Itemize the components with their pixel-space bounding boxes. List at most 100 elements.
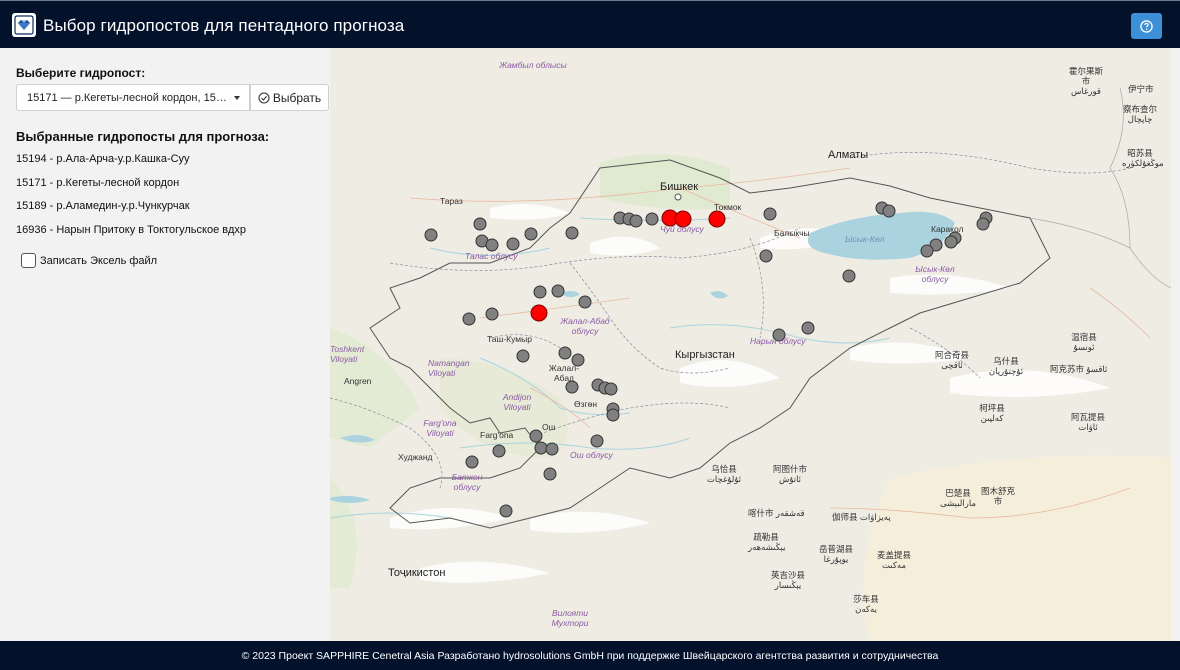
station-marker[interactable]	[506, 237, 520, 251]
station-marker[interactable]	[529, 429, 543, 443]
station-marker[interactable]	[462, 312, 476, 326]
list-item: 16936 - Нарын Притоку в Токтогульское вд…	[16, 223, 247, 236]
selected-stations-title: Выбранные гидропосты для прогноза:	[16, 129, 270, 144]
map-label-maigaiti: 麦盖提县 مەكىت	[876, 550, 911, 570]
map-label-akesu: 阿克苏市 ئاقسۇ	[1050, 364, 1108, 374]
map-label-tumushuke: 图木舒克市	[980, 486, 1015, 506]
station-marker[interactable]	[424, 228, 438, 242]
map-label-aheqi: 阿合奇县 ئاقچى	[934, 350, 969, 370]
map-label-talas-region: Талас облусу	[465, 251, 518, 261]
station-marker[interactable]	[492, 444, 506, 458]
map-label-bishkek: Бишкек	[660, 181, 699, 193]
map-label-yuepuhu: 岳普湖县 يوپۇرغا	[818, 544, 853, 564]
sidebar-panel: Выберите гидропост: 15171 — р.Кегеты-лес…	[0, 48, 330, 641]
choose-button-label: Выбрать	[272, 90, 322, 105]
map-label-bachu: 巴楚县 مارالبېشى	[940, 488, 976, 508]
station-dropdown-value: 15171 — р.Кегеты-лесной кордон, 15194 — …	[27, 91, 232, 104]
map-label-angren: Angren	[344, 376, 372, 386]
choose-button[interactable]: Выбрать	[250, 84, 329, 111]
station-marker[interactable]	[533, 285, 547, 299]
map-label-shache: 莎车县 يەكەن	[853, 594, 879, 614]
station-marker[interactable]	[485, 307, 499, 321]
map-label-issyk-kul-region: Ысык-Көл облусу	[915, 264, 955, 284]
map-label-khujand: Худжанд	[398, 452, 433, 462]
footer-text: © 2023 Проект SAPPHIRE Cenetral Asia Раз…	[241, 649, 939, 662]
station-marker[interactable]	[485, 238, 499, 252]
station-marker[interactable]	[558, 346, 572, 360]
map-label-atushi: 阿图什市 ئاتۇش	[772, 464, 807, 484]
map-label-osh-region: Ош облусу	[570, 450, 613, 460]
map-label-osh-city: Ош	[542, 422, 556, 432]
selected-station-marker[interactable]	[530, 304, 548, 322]
check-circle-icon	[258, 91, 270, 104]
map-label-kelpin: 柯坪县 كەلپىن	[979, 403, 1005, 423]
station-marker[interactable]	[499, 504, 513, 518]
map-view[interactable]: Жамбыл облысы Алматы Бишкек Токмок Чуй о…	[330, 48, 1171, 641]
selected-stations-list: 15194 - р.Ала-Арча-у.р.Кашка-Суу 15171 -…	[16, 152, 246, 246]
map-label-wushi: 乌什县 ئۇچتۇرپان	[988, 356, 1024, 376]
map-label-issyk-kul-lake: Ысык-Көл	[845, 234, 885, 244]
list-item: 15194 - р.Ала-Арча-у.р.Кашка-Суу	[16, 153, 190, 165]
station-marker[interactable]	[524, 227, 538, 241]
map-label-jalal-abad: Жалал-Абад	[548, 363, 580, 383]
station-marker[interactable]	[920, 244, 934, 258]
page-title: Выбор гидропостов для пентадного прогноз…	[43, 16, 405, 35]
map-label-tokmok: Токмок	[714, 202, 742, 212]
help-button[interactable]	[1131, 13, 1162, 39]
map-label-namangan: Namangan Viloyati	[428, 358, 470, 378]
station-marker[interactable]	[763, 207, 777, 221]
map-label-wensu: 温宿县 ئونسۇ	[1071, 332, 1097, 352]
station-marker[interactable]	[759, 249, 773, 263]
station-marker[interactable]	[551, 284, 565, 298]
map-label-balykchy: Балыкчы	[774, 228, 810, 238]
city-icon	[674, 193, 682, 201]
station-marker[interactable]	[578, 295, 592, 309]
map-label-yingjisha: 英吉沙县 يېڭىسار	[770, 570, 805, 590]
map-label-kashgar: 喀什市 قەشقەر	[748, 508, 805, 518]
map-label-tash-komur: Таш-Кумыр	[487, 334, 532, 344]
station-marker[interactable]	[944, 235, 958, 249]
station-marker[interactable]	[590, 434, 604, 448]
station-marker[interactable]	[882, 204, 896, 218]
list-item: 15171 - р.Кегеты-лесной кордон	[16, 176, 180, 189]
map-label-zhaosu: 昭苏县 موڭغۇلكۈرە	[1122, 148, 1164, 168]
map-label-almaty: Алматы	[828, 149, 869, 161]
station-marker[interactable]	[543, 467, 557, 481]
map-label-andijon: Andijon Viloyati	[502, 392, 532, 412]
excel-checkbox-row[interactable]: Записать Эксель файл	[21, 253, 157, 268]
question-icon	[1140, 19, 1153, 33]
station-dropdown[interactable]: 15171 — р.Кегеты-лесной кордон, 15194 — …	[16, 84, 250, 111]
map-label-viloyati: Вилояти Мухтори	[551, 608, 589, 628]
map-label-tashkent: Toshkent Viloyati	[330, 344, 365, 364]
station-marker[interactable]	[801, 321, 815, 335]
app-window: Выбор гидропостов для пентадного прогноз…	[0, 0, 1180, 670]
station-marker[interactable]	[629, 214, 643, 228]
station-marker[interactable]	[565, 226, 579, 240]
map-label-karakol: Каракол	[931, 224, 964, 234]
map-label-awati: 阿瓦提县 ئاۋات	[1070, 412, 1105, 432]
map-label-taraz: Тараз	[440, 196, 463, 206]
map-label-zhambyl: Жамбыл облысы	[499, 60, 567, 70]
map-label-wuqia: 乌恰县 ئۇلۇغچات	[706, 464, 742, 484]
station-marker[interactable]	[842, 269, 856, 283]
station-select-label: Выберите гидропост:	[16, 66, 146, 80]
right-edge-strip	[1171, 48, 1180, 641]
station-marker[interactable]	[545, 442, 559, 456]
map-label-fargona: Farg'ona	[480, 430, 514, 440]
station-marker[interactable]	[465, 455, 479, 469]
station-marker[interactable]	[645, 212, 659, 226]
station-marker[interactable]	[473, 217, 487, 231]
list-item: 15189 - р.Аламедин-у.р.Чункурчак	[16, 200, 190, 212]
station-marker[interactable]	[516, 349, 530, 363]
map-label-kyrgyzstan: Кыргызстан	[675, 349, 735, 361]
station-marker[interactable]	[606, 408, 620, 422]
selected-station-marker[interactable]	[708, 210, 726, 228]
map-label-shule: 疏勒县 يېڭىشەھەر	[748, 532, 786, 552]
map-label-jiashi: 伽师县 پەيزاۋات	[832, 512, 891, 522]
map-label-tojikiston: Тоҷикистон	[388, 567, 446, 579]
map-label-yining: 伊宁市	[1128, 84, 1154, 94]
station-marker[interactable]	[976, 217, 990, 231]
excel-checkbox[interactable]	[21, 253, 36, 268]
station-marker[interactable]	[604, 382, 618, 396]
station-marker[interactable]	[534, 441, 548, 455]
